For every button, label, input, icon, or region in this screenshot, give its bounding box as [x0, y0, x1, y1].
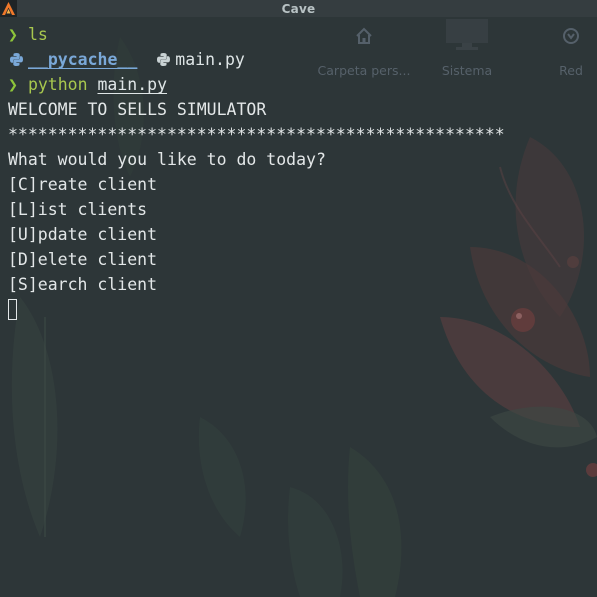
menu-option-search: [S]earch client — [8, 275, 158, 294]
ls-listing: __pycache__ main.py — [8, 47, 593, 72]
command-text: python — [27, 75, 88, 94]
file-name: main.py — [175, 50, 245, 69]
input-line[interactable] — [8, 297, 593, 322]
menu-option-list: [L]ist clients — [8, 200, 148, 219]
output-line: What would you like to do today? — [8, 150, 326, 169]
text-cursor — [8, 299, 17, 320]
menu-option-create: [C]reate client — [8, 175, 158, 194]
window-title: Cave — [281, 1, 316, 16]
terminal-output[interactable]: ❯ ls __pycache__ main.py ❯ python main.py … — [8, 22, 593, 322]
menu-option-delete: [D]elete client — [8, 250, 158, 269]
menu-option-update: [U]pdate client — [8, 225, 158, 244]
directory-name: __pycache__ — [28, 50, 138, 69]
command-line: ❯ ls — [8, 22, 593, 47]
alacritty-icon — [0, 0, 17, 17]
command-line: ❯ python main.py — [8, 72, 593, 97]
output-line: WELCOME TO SELLS SIMULATOR — [8, 100, 267, 119]
python-icon — [155, 52, 171, 68]
output-line: ****************************************… — [8, 125, 505, 144]
command-argument: main.py — [97, 75, 168, 94]
python-icon — [8, 52, 24, 68]
prompt-symbol: ❯ — [8, 25, 18, 44]
terminal-window: Carpeta pers... Sistema Red Cave ❯ ls __… — [0, 0, 597, 597]
prompt-symbol: ❯ — [8, 75, 18, 94]
title-bar[interactable]: Cave — [0, 0, 597, 17]
command-text: ls — [27, 25, 48, 44]
